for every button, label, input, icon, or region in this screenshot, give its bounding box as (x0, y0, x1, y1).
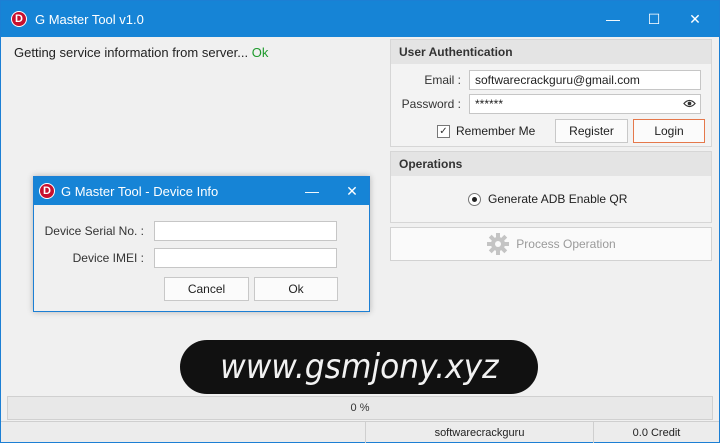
user-authentication-group: User Authentication Email : softwarecrac… (390, 39, 712, 147)
dialog-minimize-button[interactable]: — (294, 177, 330, 205)
imei-input[interactable] (154, 248, 337, 268)
window-title: G Master Tool v1.0 (35, 11, 144, 27)
password-value: ****** (475, 97, 504, 111)
register-button[interactable]: Register (555, 119, 628, 143)
watermark-banner: www.gsmjony.xyz (180, 340, 538, 394)
login-button[interactable]: Login (633, 119, 705, 143)
email-row: Email : softwarecrackguru@gmail.com (393, 70, 701, 90)
password-label: Password : (401, 97, 461, 111)
email-field[interactable]: softwarecrackguru@gmail.com (469, 70, 701, 90)
ok-button[interactable]: Ok (254, 277, 338, 301)
status-username: softwarecrackguru (365, 422, 593, 443)
process-operation-label: Process Operation (516, 237, 616, 251)
watermark-text: www.gsmjony.xyz (219, 347, 499, 387)
maximize-button[interactable]: ☐ (634, 1, 674, 37)
operations-header: Operations (391, 152, 711, 176)
cancel-button[interactable]: Cancel (164, 277, 249, 301)
password-row: Password : ****** (393, 94, 701, 114)
status-result: Ok (251, 45, 269, 60)
device-info-dialog: D G Master Tool - Device Info — ✕ Device… (33, 176, 370, 312)
eye-icon[interactable] (683, 99, 696, 108)
remember-me-label: Remember Me (456, 124, 536, 138)
email-label: Email : (424, 73, 461, 87)
minimize-button[interactable]: — (593, 1, 633, 37)
imei-label: Device IMEI : (72, 251, 144, 265)
status-bar: softwarecrackguru 0.0 Credit (1, 421, 719, 443)
serial-label: Device Serial No. : (44, 224, 144, 238)
status-message-text: Getting service information from server.… (14, 45, 252, 60)
operations-group: Operations Generate ADB Enable QR (390, 151, 712, 223)
progress-text: 0 % (350, 402, 370, 414)
remember-me-row[interactable]: ✓ Remember Me (437, 124, 535, 138)
generate-adb-qr-option[interactable]: Generate ADB Enable QR (468, 192, 627, 206)
generate-adb-qr-label: Generate ADB Enable QR (488, 192, 628, 206)
close-button[interactable]: ✕ (675, 1, 715, 37)
process-operation-button[interactable]: Process Operation (390, 227, 712, 261)
password-field[interactable]: ****** (469, 94, 701, 114)
app-logo-icon: D (11, 11, 27, 27)
status-credit: 0.0 Credit (593, 422, 719, 443)
dialog-title: G Master Tool - Device Info (61, 183, 219, 199)
remember-me-checkbox[interactable]: ✓ (437, 124, 450, 138)
title-bar[interactable]: D G Master Tool v1.0 — ☐ ✕ (1, 1, 719, 37)
progress-bar: 0 % (7, 396, 713, 420)
dialog-title-bar[interactable]: D G Master Tool - Device Info — ✕ (34, 177, 369, 205)
gear-icon (487, 233, 510, 255)
dialog-close-button[interactable]: ✕ (334, 177, 370, 205)
generate-adb-qr-radio[interactable] (468, 192, 481, 206)
imei-row: Device IMEI : (34, 248, 337, 268)
user-authentication-header: User Authentication (391, 40, 711, 64)
dialog-logo-icon: D (39, 183, 55, 199)
status-message: Getting service information from server.… (14, 45, 268, 60)
serial-input[interactable] (154, 221, 337, 241)
serial-row: Device Serial No. : (34, 221, 337, 241)
